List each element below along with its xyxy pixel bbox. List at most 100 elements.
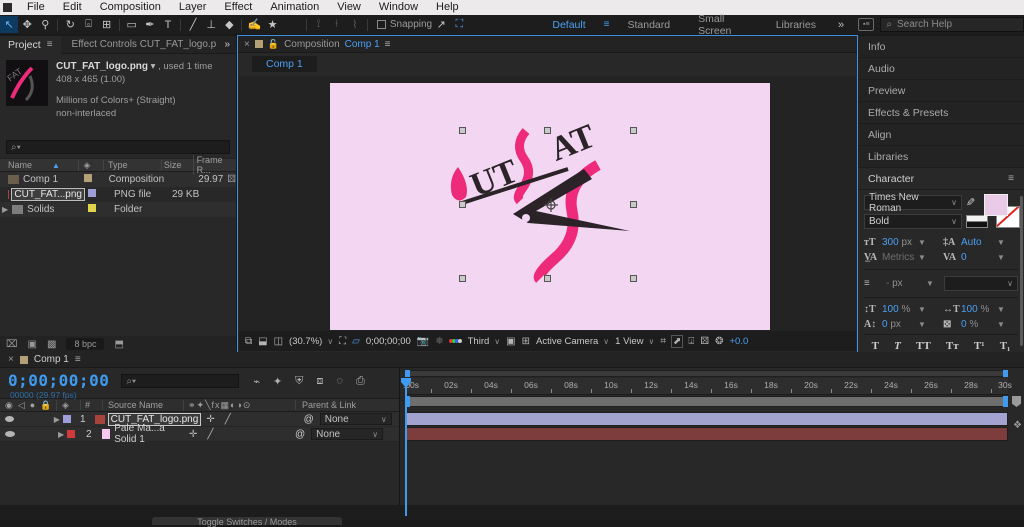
- selection-handle[interactable]: [630, 201, 637, 208]
- panel-character[interactable]: Character ≡: [858, 168, 1024, 190]
- zoom-tool-icon[interactable]: ⚲: [36, 16, 54, 33]
- tab-project[interactable]: Project≡: [0, 36, 61, 54]
- layer-row-1[interactable]: ▶ 1 CUT_FAT_logo.png ✛╱ @ None∨: [0, 412, 399, 427]
- panel-audio[interactable]: Audio: [858, 58, 1024, 80]
- dropdown-arrow-icon[interactable]: ▼: [997, 305, 1005, 314]
- faux-italic-button[interactable]: T: [894, 340, 901, 352]
- timeline-button-icon[interactable]: ⍗: [688, 336, 694, 347]
- main-flows-icon[interactable]: ⬓: [258, 336, 267, 347]
- selection-handle[interactable]: [544, 275, 551, 282]
- workspace-overflow-icon[interactable]: »: [830, 19, 852, 31]
- sidebar-scrollbar[interactable]: [1020, 196, 1023, 346]
- stroke-width-value[interactable]: - px: [886, 278, 922, 289]
- hand-tool-icon[interactable]: ✥: [18, 16, 36, 33]
- all-caps-button[interactable]: TT: [916, 340, 931, 352]
- project-row-solids[interactable]: ▶ Solids Folder: [0, 202, 236, 217]
- exposure-value[interactable]: +0.0: [729, 336, 748, 347]
- menu-window[interactable]: Window: [370, 0, 427, 15]
- puppet-pin-tool-icon[interactable]: ★: [263, 16, 281, 33]
- shape-tool-icon[interactable]: ▭: [123, 16, 141, 33]
- av-center-icon[interactable]: ✛: [189, 429, 197, 440]
- composition-viewer[interactable]: UT AT: [239, 76, 856, 331]
- panel-menu-icon[interactable]: ≡: [75, 354, 81, 365]
- leading-value[interactable]: Auto: [961, 237, 997, 248]
- pick-whip-icon[interactable]: @: [304, 414, 314, 425]
- label-swatch[interactable]: [88, 204, 96, 212]
- navigator-start-handle[interactable]: [405, 370, 410, 377]
- audio-column-icon[interactable]: ◁: [18, 400, 25, 411]
- selection-handle[interactable]: [459, 275, 466, 282]
- magnification-dropdown[interactable]: (30.7%)∨: [289, 336, 333, 347]
- label-column-icon[interactable]: ◈: [56, 400, 80, 411]
- fast-previews-icon[interactable]: ▣: [506, 336, 515, 347]
- sort-ascending-icon[interactable]: ▲: [52, 161, 60, 170]
- current-timecode[interactable]: 0;00;00;00: [0, 371, 109, 390]
- column-name[interactable]: Name ▲: [0, 160, 78, 170]
- brush-tool-icon[interactable]: ╱: [184, 16, 202, 33]
- kerning-value[interactable]: Metrics: [882, 252, 918, 263]
- menu-file[interactable]: File: [18, 0, 54, 15]
- show-channels-icon[interactable]: [450, 339, 462, 343]
- draft-3d-icon[interactable]: ✦: [273, 375, 282, 388]
- manage-workspaces-icon[interactable]: ▪≡: [858, 18, 874, 31]
- timeline-search-input[interactable]: ⌕▾: [121, 374, 239, 388]
- visibility-eye-icon[interactable]: [5, 431, 15, 437]
- snapshot-icon[interactable]: 📷: [417, 336, 429, 347]
- close-panel-icon[interactable]: ×: [8, 354, 14, 365]
- shy-layers-icon[interactable]: ⛨: [295, 375, 303, 388]
- project-row-comp1[interactable]: Comp 1 Composition 29.97 ⚄: [0, 172, 236, 187]
- column-type[interactable]: Type: [103, 160, 161, 170]
- transparency-icon[interactable]: ⊞: [522, 336, 530, 347]
- close-panel-icon[interactable]: ×: [244, 39, 250, 50]
- pen-tool-icon[interactable]: ✒: [141, 16, 159, 33]
- comp-timecode[interactable]: 0;00;00;00: [366, 336, 411, 347]
- column-size[interactable]: Size: [161, 160, 193, 170]
- navigator-bar[interactable]: [405, 370, 1008, 377]
- pan-behind-tool-icon[interactable]: ⊞: [98, 16, 116, 33]
- stroke-style-select[interactable]: ∨: [944, 276, 1018, 291]
- quality-icon[interactable]: ╱: [225, 414, 231, 425]
- panel-menu-icon[interactable]: ≡: [47, 39, 53, 50]
- roto-brush-tool-icon[interactable]: ✍: [245, 16, 263, 33]
- eyedropper-icon[interactable]: ✎: [966, 196, 975, 209]
- dropdown-arrow-icon[interactable]: ▼: [997, 320, 1005, 329]
- project-bit-depth-button[interactable]: 8 bpc: [66, 338, 104, 350]
- menu-layer[interactable]: Layer: [170, 0, 216, 15]
- small-caps-button[interactable]: Tᴛ: [946, 340, 959, 352]
- faux-bold-button[interactable]: T: [872, 340, 879, 352]
- selection-tool-icon[interactable]: ↖: [0, 16, 18, 33]
- view-layout-dropdown[interactable]: 1 View∨: [615, 336, 654, 347]
- panel-info[interactable]: Info: [858, 36, 1024, 58]
- layer-label-swatch[interactable]: [63, 415, 71, 423]
- rotation-tool-icon[interactable]: ↻: [61, 16, 79, 33]
- type-tool-icon[interactable]: T: [159, 16, 177, 33]
- menu-view[interactable]: View: [328, 0, 370, 15]
- font-size-value[interactable]: 300 px: [882, 237, 918, 248]
- dropdown-arrow-icon[interactable]: ▼: [997, 253, 1005, 262]
- always-preview-icon[interactable]: ⧉: [245, 336, 252, 347]
- mini-flowchart-icon[interactable]: ⌁: [253, 375, 260, 388]
- dropdown-arrow-icon[interactable]: ▼: [926, 279, 934, 288]
- viewer-tab-comp1[interactable]: Comp 1: [252, 56, 317, 72]
- tsume-value[interactable]: 0 %: [961, 319, 997, 330]
- composition-canvas[interactable]: UT AT: [330, 83, 770, 330]
- menu-composition[interactable]: Composition: [91, 0, 170, 15]
- workspace-tab-standard[interactable]: Standard: [613, 19, 684, 31]
- eraser-tool-icon[interactable]: ◆: [220, 16, 238, 33]
- column-frame-rate[interactable]: Frame R...: [193, 155, 236, 175]
- selection-handle[interactable]: [630, 127, 637, 134]
- graph-editor-icon[interactable]: ⎙: [356, 375, 365, 388]
- new-composition-icon[interactable]: ▩: [47, 339, 56, 350]
- column-label-icon[interactable]: ◈: [78, 160, 102, 171]
- number-column[interactable]: #: [80, 400, 102, 410]
- interpret-footage-icon[interactable]: ⌧: [6, 339, 18, 350]
- tracking-value[interactable]: 0: [961, 252, 997, 263]
- pixel-aspect-icon[interactable]: ⬈: [672, 336, 682, 347]
- workspace-tab-default[interactable]: Default: [538, 19, 599, 31]
- menu-edit[interactable]: Edit: [54, 0, 91, 15]
- expand-arrow-icon[interactable]: ▶: [2, 205, 8, 214]
- transparency-grid-icon[interactable]: ▱: [352, 336, 360, 347]
- panel-menu-icon[interactable]: ≡: [1008, 173, 1014, 184]
- frame-blending-icon[interactable]: ⧈: [316, 375, 323, 388]
- panel-align[interactable]: Align: [858, 124, 1024, 146]
